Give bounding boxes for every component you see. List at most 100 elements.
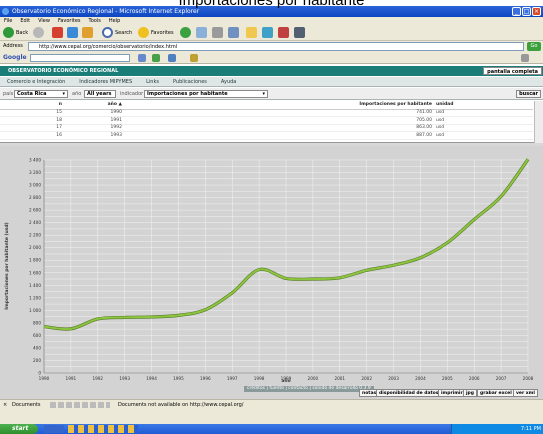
back-button[interactable]: Back — [3, 27, 28, 39]
nav-publicaciones[interactable]: Publicaciones — [166, 77, 214, 87]
refresh-button[interactable] — [67, 27, 80, 39]
y-tick-label: 3 200 — [29, 170, 41, 175]
favorites-button[interactable]: Favorites — [138, 27, 174, 39]
print-button[interactable] — [212, 27, 225, 39]
stop-button[interactable] — [52, 27, 65, 39]
data-point[interactable] — [312, 278, 314, 280]
data-point[interactable] — [43, 325, 45, 328]
col-ano-header[interactable]: año ▲ — [62, 101, 122, 110]
data-point[interactable] — [177, 314, 180, 316]
data-point[interactable] — [70, 328, 72, 330]
data-point[interactable] — [473, 218, 475, 221]
menu-file[interactable]: File — [0, 17, 16, 25]
data-point[interactable] — [231, 292, 233, 294]
go-button[interactable]: Go — [527, 42, 541, 51]
mail-icon — [196, 27, 207, 38]
jpg-button[interactable]: jpg — [463, 389, 477, 397]
x-tick-label: 1996 — [200, 376, 211, 381]
edit-button[interactable] — [228, 27, 241, 39]
footer-row: créditos | fuente | contacto | sonido de… — [0, 385, 543, 399]
credits-text[interactable]: créditos | fuente | contacto | sonido de… — [244, 386, 374, 392]
data-point[interactable] — [339, 277, 341, 279]
grabar-excel-button[interactable]: grabar excel — [477, 389, 515, 397]
settings-icon[interactable] — [521, 54, 529, 62]
mail-button[interactable] — [196, 27, 209, 39]
y-tick-label: 200 — [33, 358, 41, 363]
data-point[interactable] — [150, 316, 153, 318]
search-icon — [102, 27, 113, 38]
data-point[interactable] — [527, 158, 529, 160]
imprimir-button[interactable]: imprimir — [438, 389, 466, 397]
forward-button[interactable] — [33, 27, 46, 39]
pais-select[interactable]: Costa Rica ▾ — [14, 90, 68, 98]
data-point[interactable] — [366, 269, 368, 271]
table-row[interactable]: 18 1991 705.00 usd — [0, 116, 533, 125]
y-tick-label: 2 200 — [29, 233, 41, 238]
quicklaunch-icons[interactable] — [68, 425, 138, 433]
history-button[interactable] — [180, 27, 193, 39]
google-search-icon[interactable] — [138, 54, 146, 62]
nav-ayuda[interactable]: Ayuda — [214, 77, 243, 87]
data-point[interactable] — [419, 257, 422, 259]
table-row[interactable]: 15 1990 741.00 usd — [0, 109, 533, 117]
highlight-icon[interactable] — [190, 54, 198, 62]
print-icon — [212, 27, 223, 38]
star-icon — [138, 27, 149, 38]
x-tick-label: 2003 — [388, 376, 399, 381]
google-search-input[interactable] — [30, 54, 130, 62]
data-table: n año ▲ Importaciones por habitante unid… — [0, 101, 533, 140]
menu-favorites[interactable]: Favorites — [54, 17, 85, 25]
ano-select[interactable]: All years — [84, 90, 116, 98]
menu-edit[interactable]: Edit — [16, 17, 34, 25]
buscar-button[interactable]: buscar — [516, 90, 541, 98]
discuss-button[interactable] — [278, 27, 291, 39]
y-tick-label: 800 — [33, 320, 41, 325]
research-button[interactable] — [294, 27, 307, 39]
table-row[interactable]: 17 1992 863.00 usd — [0, 124, 533, 132]
col-unit-header[interactable]: unidad — [432, 101, 533, 110]
maximize-button[interactable]: □ — [522, 7, 531, 16]
data-point[interactable] — [258, 269, 260, 271]
home-button[interactable] — [82, 27, 95, 39]
data-point[interactable] — [97, 318, 99, 320]
col-n-header[interactable]: n — [0, 101, 62, 110]
bookmark-icon[interactable] — [168, 54, 176, 62]
edit-icon — [228, 27, 239, 38]
data-point[interactable] — [124, 316, 126, 319]
nav-comercio[interactable]: Comercio e Integración — [0, 77, 72, 87]
chevron-down-icon: ▾ — [262, 91, 265, 97]
minimize-button[interactable]: _ — [512, 7, 521, 16]
ver-xml-button[interactable]: ver xml — [513, 389, 538, 397]
data-point[interactable] — [285, 277, 287, 280]
menu-help[interactable]: Help — [105, 17, 124, 25]
x-axis-label: año — [281, 378, 290, 384]
pagerank-icon[interactable] — [152, 54, 160, 62]
disponibilidad-button[interactable]: disponibilidad de datos — [376, 389, 442, 397]
data-point[interactable] — [446, 242, 448, 244]
data-point[interactable] — [392, 264, 395, 266]
messenger-button[interactable] — [262, 27, 275, 39]
data-point[interactable] — [500, 195, 502, 197]
filter-bar: país Costa Rica ▾ año All years indicador… — [0, 88, 543, 100]
nav-indicadores[interactable]: Indicadores MIPYMES — [72, 77, 139, 87]
x-tick-label: 1997 — [227, 376, 238, 381]
menu-tools[interactable]: Tools — [85, 17, 105, 25]
nav-links[interactable]: Links — [139, 77, 166, 87]
start-button[interactable]: start — [0, 424, 38, 434]
table-scrollbar[interactable] — [534, 101, 543, 143]
url-input[interactable]: http://www.cepal.org/comercio/observator… — [28, 42, 524, 51]
home-icon — [82, 27, 93, 38]
taskbar-app-button[interactable] — [44, 425, 64, 433]
fullscreen-button[interactable]: pantalla completa — [483, 67, 542, 75]
site-header: OBSERVATORIO ECONÓMICO REGIONAL pantalla… — [0, 66, 543, 76]
close-button[interactable]: × — [532, 7, 541, 16]
indicador-select[interactable]: Importaciones por habitante ▾ — [144, 90, 268, 98]
menu-view[interactable]: View — [34, 17, 54, 25]
folder-button[interactable] — [246, 27, 259, 39]
col-value-header[interactable]: Importaciones por habitante — [122, 101, 432, 110]
screen: Importaciones por habitante Observatorio… — [0, 0, 543, 434]
data-point[interactable] — [204, 309, 206, 311]
google-logo: Google — [3, 54, 27, 61]
table-row[interactable]: 16 1993 887.00 usd — [0, 131, 533, 140]
search-button[interactable]: Search — [102, 27, 132, 39]
